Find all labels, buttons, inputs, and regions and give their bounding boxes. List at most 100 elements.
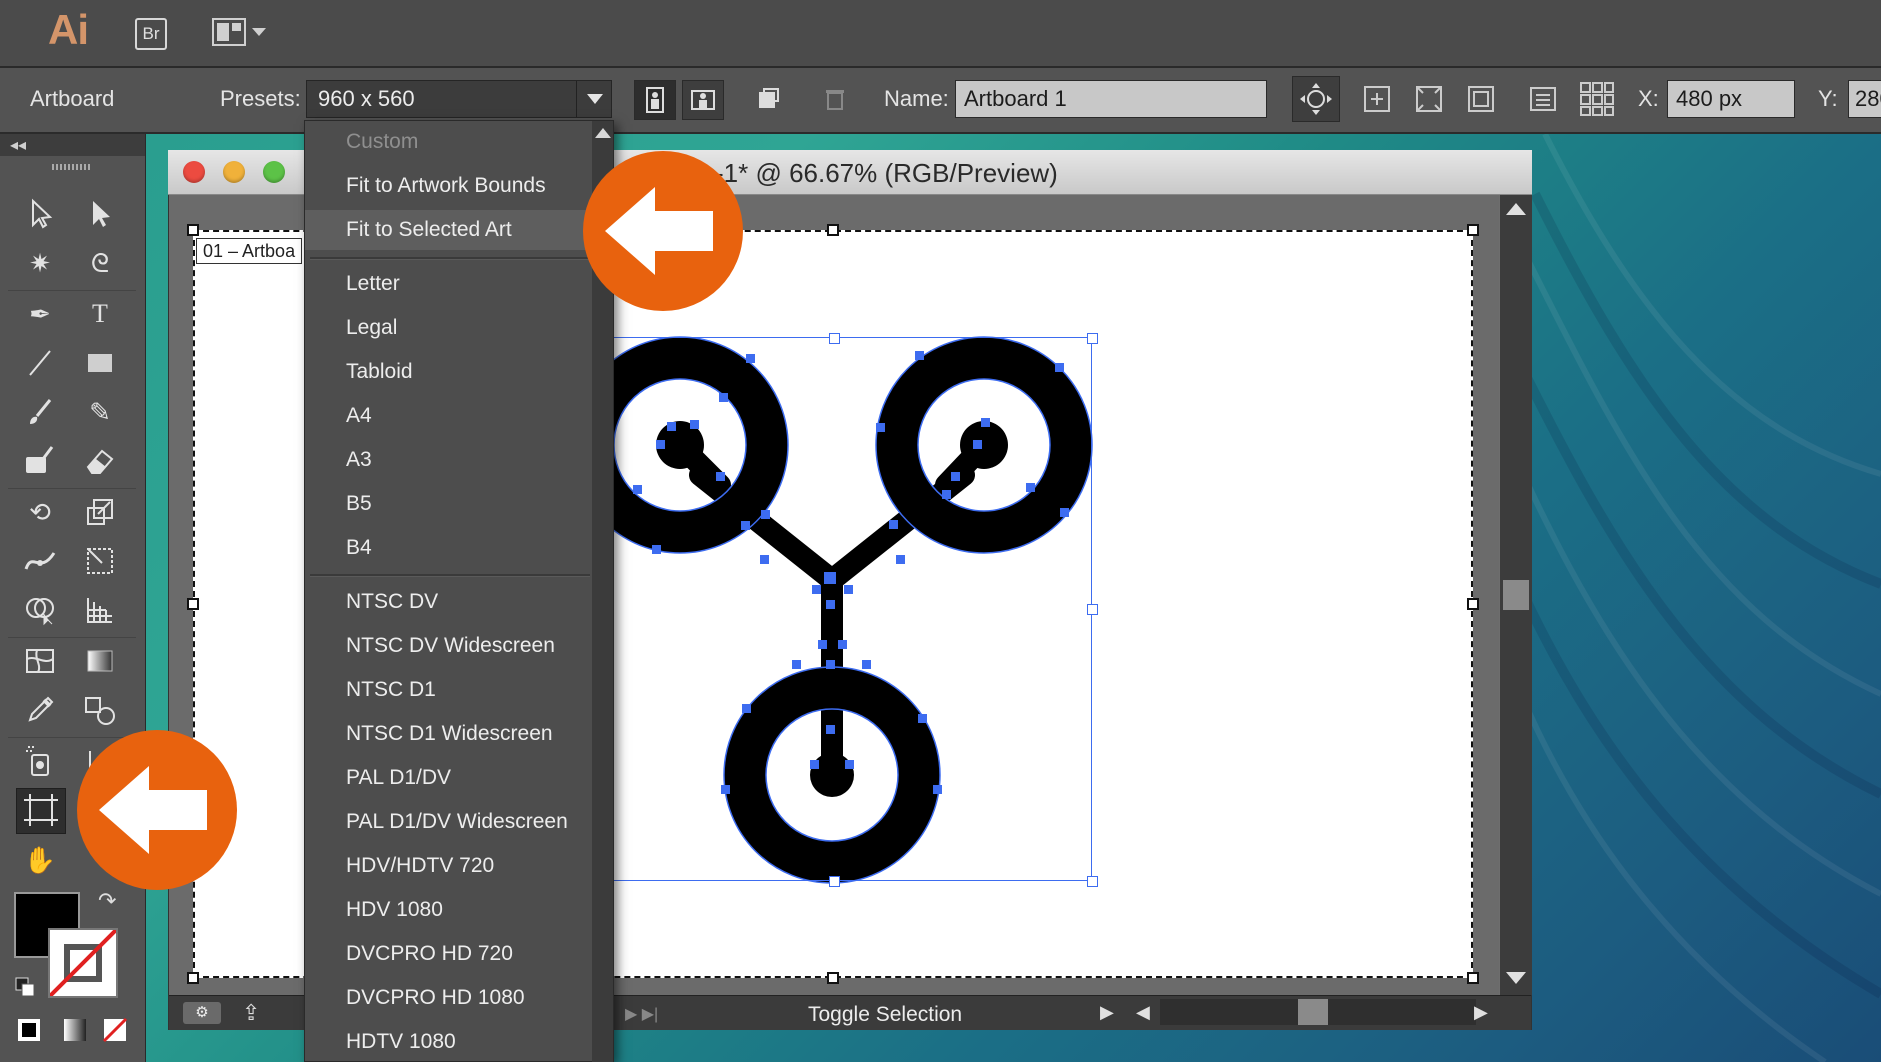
menu-item-ntsc-dv-widescreen[interactable]: NTSC DV Widescreen: [305, 626, 591, 666]
scale-tool-icon[interactable]: [80, 492, 120, 532]
menu-item-ntsc-dv[interactable]: NTSC DV: [305, 582, 591, 622]
show-cross-hairs-icon[interactable]: [1414, 84, 1444, 114]
menu-scroll-up-icon[interactable]: [595, 128, 611, 138]
color-mode-icon[interactable]: [16, 1017, 42, 1043]
menu-item-a3[interactable]: A3: [305, 440, 591, 480]
share-icon[interactable]: ⇪: [242, 1000, 260, 1026]
none-mode-icon[interactable]: [102, 1017, 128, 1043]
artboard-handle[interactable]: [1467, 598, 1479, 610]
selection-bounding-box: [612, 337, 1092, 881]
selection-handle[interactable]: [1087, 604, 1098, 615]
artboard-options-icon[interactable]: [1528, 84, 1558, 114]
gradient-mode-icon[interactable]: [62, 1017, 88, 1043]
landscape-orientation-button[interactable]: [682, 80, 724, 120]
selection-handle[interactable]: [829, 333, 840, 344]
new-artboard-icon[interactable]: [756, 86, 782, 112]
eraser-tool-icon[interactable]: [80, 441, 120, 481]
artboard-name-field[interactable]: Artboard 1: [955, 80, 1267, 118]
artboard-tool-icon[interactable]: [16, 788, 66, 834]
zoom-window-button[interactable]: [263, 161, 285, 183]
scroll-down-icon[interactable]: [1506, 972, 1526, 984]
menu-item-dvcpro-hd-720[interactable]: DVCPRO HD 720: [305, 934, 591, 974]
menu-item-hdtv-1080[interactable]: HDTV 1080: [305, 1022, 591, 1062]
swap-fill-stroke-icon[interactable]: ↷: [98, 888, 116, 914]
selection-tool-icon[interactable]: [20, 193, 60, 233]
free-transform-tool-icon[interactable]: [80, 541, 120, 581]
direct-selection-tool-icon[interactable]: [80, 193, 120, 233]
default-fill-stroke-icon[interactable]: [14, 976, 36, 998]
artboard-handle[interactable]: [827, 224, 839, 236]
rearrange-artboards-icon[interactable]: [1578, 80, 1616, 118]
menu-item-pal-d1-dv[interactable]: PAL D1/DV: [305, 758, 591, 798]
menu-item-hdv-hdtv-720[interactable]: HDV/HDTV 720: [305, 846, 591, 886]
menu-item-letter[interactable]: Letter: [305, 264, 591, 304]
chevron-down-icon[interactable]: [252, 28, 266, 36]
bridge-button[interactable]: Br: [135, 18, 167, 50]
stroke-color-swatch[interactable]: [48, 928, 118, 998]
menu-item-fit-to-selected-art[interactable]: Fit to Selected Art: [305, 210, 591, 250]
delete-artboard-icon[interactable]: [822, 86, 848, 112]
rectangle-tool-icon[interactable]: [80, 343, 120, 383]
selection-handle[interactable]: [829, 876, 840, 887]
status-menu-arrow-icon[interactable]: ▶: [1100, 1002, 1114, 1023]
magic-wand-tool-icon[interactable]: ✷: [20, 243, 60, 283]
artboard-handle[interactable]: [187, 972, 199, 984]
status-text[interactable]: Toggle Selection: [808, 1003, 962, 1027]
menu-item-legal[interactable]: Legal: [305, 308, 591, 348]
menu-item-ntsc-d1-widescreen[interactable]: NTSC D1 Widescreen: [305, 714, 591, 754]
show-video-safe-areas-icon[interactable]: [1466, 84, 1496, 114]
gear-icon[interactable]: ⚙: [183, 1002, 221, 1024]
blob-brush-tool-icon[interactable]: [20, 441, 60, 481]
pencil-tool-icon[interactable]: ✎: [80, 392, 120, 432]
line-segment-tool-icon[interactable]: [20, 343, 60, 383]
paintbrush-tool-icon[interactable]: [20, 392, 60, 432]
rotate-tool-icon[interactable]: ⟲: [20, 492, 60, 532]
portrait-orientation-button[interactable]: [634, 80, 676, 120]
horizontal-scroll-thumb[interactable]: [1298, 999, 1328, 1025]
eyedropper-tool-icon[interactable]: [20, 690, 60, 730]
type-tool-icon[interactable]: T: [80, 294, 120, 334]
x-position-field[interactable]: 480 px: [1667, 80, 1795, 118]
collapse-panel-icon[interactable]: ◂◂: [10, 135, 26, 155]
menu-item-dvcpro-hd-1080[interactable]: DVCPRO HD 1080: [305, 978, 591, 1018]
menu-item-tabloid[interactable]: Tabloid: [305, 352, 591, 392]
blend-tool-icon[interactable]: [80, 690, 120, 730]
gradient-tool-icon[interactable]: [80, 641, 120, 681]
mesh-tool-icon[interactable]: [20, 641, 60, 681]
menu-item-pal-d1-dv-widescreen[interactable]: PAL D1/DV Widescreen: [305, 802, 591, 842]
selection-handle[interactable]: [1087, 333, 1098, 344]
move-copy-artwork-button[interactable]: [1292, 76, 1340, 122]
artboard-handle[interactable]: [1467, 972, 1479, 984]
scroll-up-icon[interactable]: [1506, 203, 1526, 215]
width-tool-icon[interactable]: [20, 541, 60, 581]
artboard-handle[interactable]: [827, 972, 839, 984]
tools-divider: [8, 637, 136, 638]
menu-item-ntsc-d1[interactable]: NTSC D1: [305, 670, 591, 710]
menu-item-fit-to-artwork-bounds[interactable]: Fit to Artwork Bounds: [305, 166, 591, 206]
perspective-grid-tool-icon[interactable]: [80, 590, 120, 630]
next-artboard-icon[interactable]: ▶ ▶|: [625, 1004, 658, 1024]
symbol-sprayer-tool-icon[interactable]: [20, 741, 60, 781]
portrait-icon: [646, 87, 664, 113]
workspace-layout-icon[interactable]: [212, 18, 246, 46]
artboard-handle[interactable]: [187, 224, 199, 236]
menu-item-a4[interactable]: A4: [305, 396, 591, 436]
close-window-button[interactable]: [183, 161, 205, 183]
selection-handle[interactable]: [1087, 876, 1098, 887]
artboard-handle[interactable]: [187, 598, 199, 610]
hand-tool-icon[interactable]: ✋: [20, 840, 60, 880]
menu-item-b5[interactable]: B5: [305, 484, 591, 524]
pen-tool-icon[interactable]: ✒: [20, 294, 60, 334]
vertical-scroll-thumb[interactable]: [1503, 580, 1529, 610]
panel-grip[interactable]: [52, 164, 92, 170]
menu-item-b4[interactable]: B4: [305, 528, 591, 568]
artboard-handle[interactable]: [1467, 224, 1479, 236]
scroll-left-icon[interactable]: ◀: [1136, 1002, 1150, 1023]
lasso-tool-icon[interactable]: ᘓ: [80, 243, 120, 283]
shape-builder-tool-icon[interactable]: [20, 590, 60, 630]
minimize-window-button[interactable]: [223, 161, 245, 183]
y-position-field[interactable]: 280: [1848, 80, 1881, 118]
menu-item-hdv-1080[interactable]: HDV 1080: [305, 890, 591, 930]
scroll-right-icon[interactable]: ▶: [1474, 1002, 1488, 1023]
show-center-mark-icon[interactable]: [1362, 84, 1392, 114]
